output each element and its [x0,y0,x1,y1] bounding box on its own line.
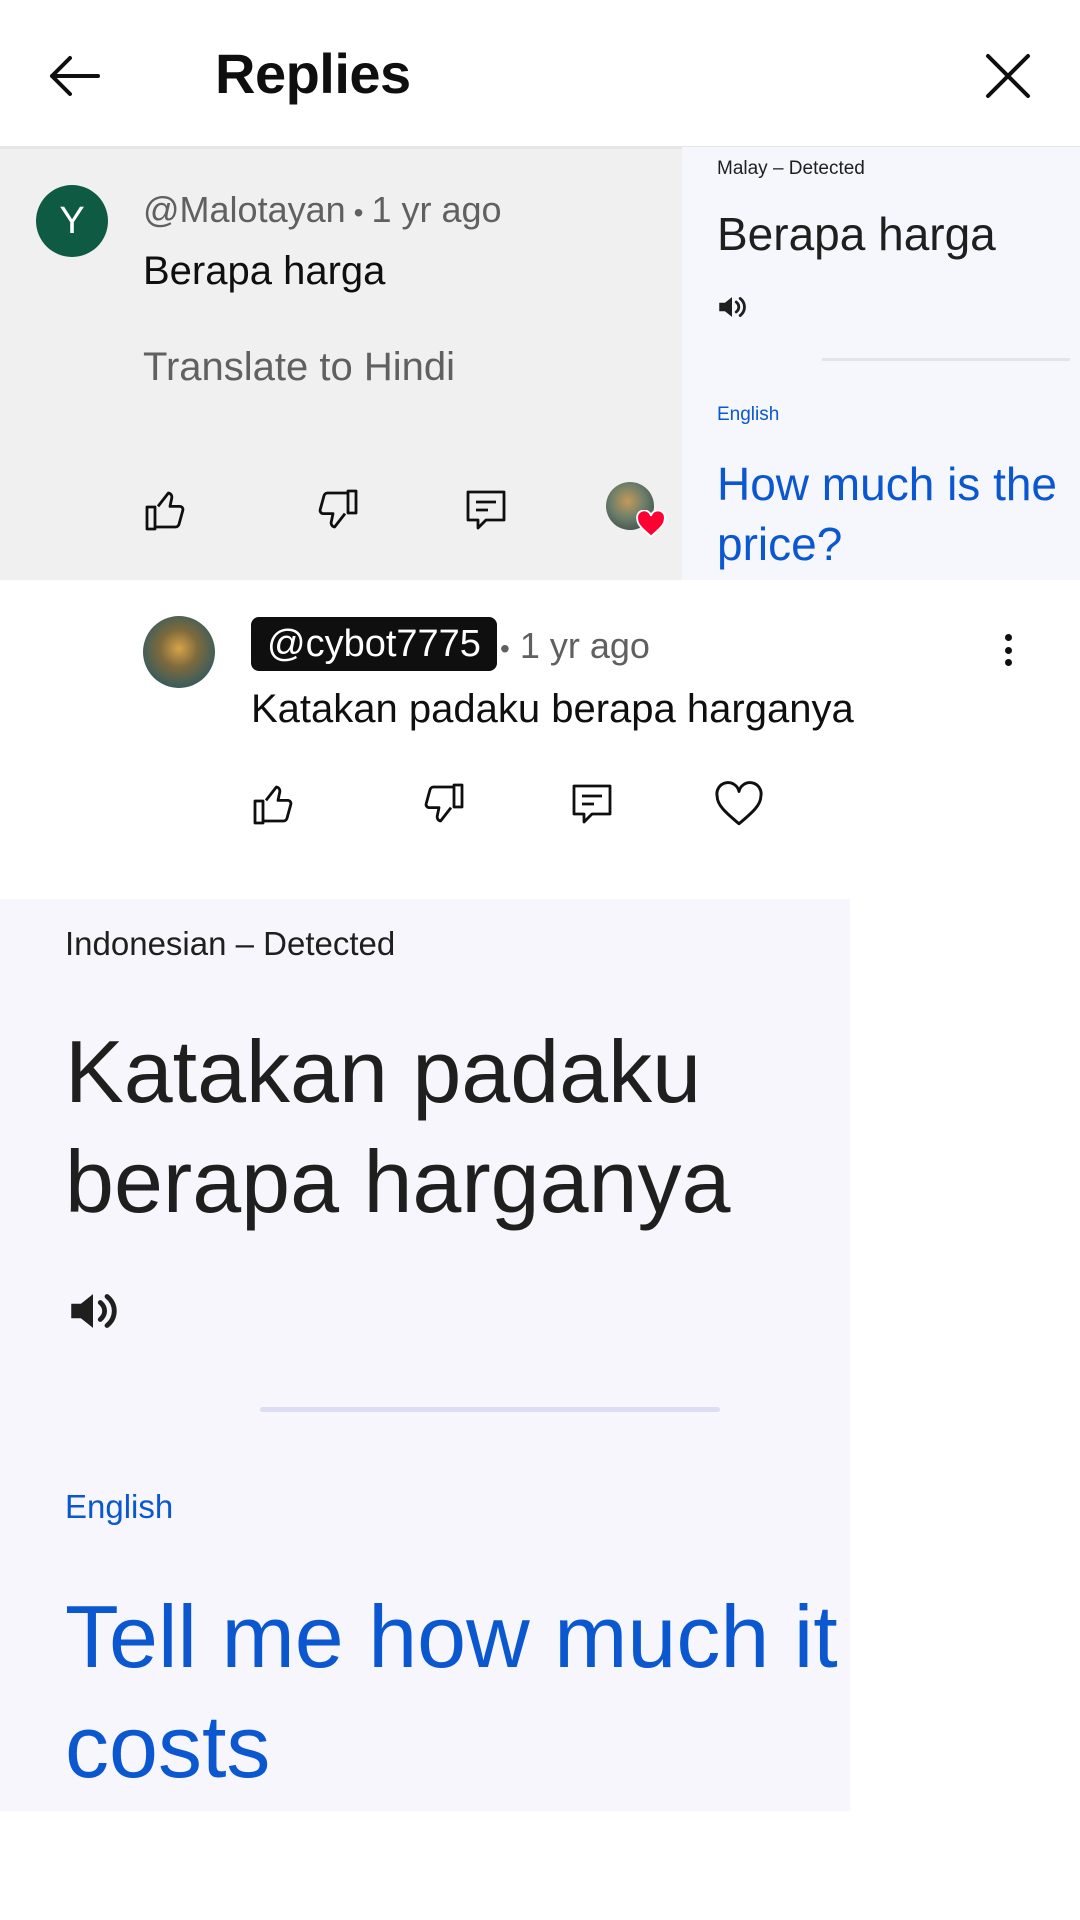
reply-author[interactable]: @cybot7775 [251,617,497,671]
target-language-label: English [717,404,780,425]
avatar[interactable] [143,616,215,688]
page-title: Replies [215,42,411,105]
target-language-label: English [65,1488,174,1525]
thumb-down-icon [424,783,464,823]
source-text: Katakan padaku berapa harganya [65,1022,731,1231]
more-options-button[interactable] [990,628,1026,672]
like-button[interactable] [136,480,196,540]
source-text: Berapa harga [717,208,996,260]
detected-language-label: Malay – Detected [717,158,865,179]
comment-time: 1 yr ago [371,189,502,230]
detected-language-label: Indonesian – Detected [65,925,396,962]
creator-heart-badge [606,482,666,538]
dislike-button[interactable] [413,774,473,834]
reply-time: • 1 yr ago [500,624,650,671]
avatar[interactable]: Y [36,185,108,257]
arrow-left-icon [50,56,100,96]
heart-outline-icon [715,781,763,826]
translated-text: Tell me how much it costs [65,1587,838,1796]
reply-button[interactable] [456,480,516,540]
heart-icon [636,510,666,538]
thumb-up-icon [145,491,185,531]
reply-time-text: 1 yr ago [519,625,650,666]
listen-button[interactable] [715,290,749,329]
separator-dot: • [353,197,364,228]
speaker-icon [71,1294,117,1328]
listen-button[interactable] [64,1282,122,1345]
comment-meta: @Malotayan • 1 yr ago [143,188,502,235]
kebab-dot [1004,659,1012,666]
back-button[interactable] [38,40,110,112]
comment-icon [572,784,612,824]
thumb-down-icon [318,489,358,529]
reply-button[interactable] [562,774,622,834]
panel-divider [260,1407,720,1412]
speaker-icon [719,297,746,317]
comment-icon [466,490,506,530]
translate-link[interactable]: Translate to Hindi [143,342,455,392]
dislike-button[interactable] [307,480,367,540]
close-icon [986,54,1030,98]
comment-text: Berapa harga [143,249,386,293]
kebab-dot [1004,634,1012,641]
separator-dot: • [500,633,510,664]
replies-header [0,0,1080,146]
kebab-dot [1004,646,1012,654]
reply-text: Katakan padaku berapa harganya [251,687,854,731]
comment-author[interactable]: @Malotayan [143,189,346,230]
thumb-up-icon [253,785,293,825]
panel-divider [822,358,1070,361]
heart-button[interactable] [709,774,769,834]
translated-text: How much is the price? [717,458,1058,570]
close-button[interactable] [972,40,1044,112]
like-button[interactable] [244,774,304,834]
